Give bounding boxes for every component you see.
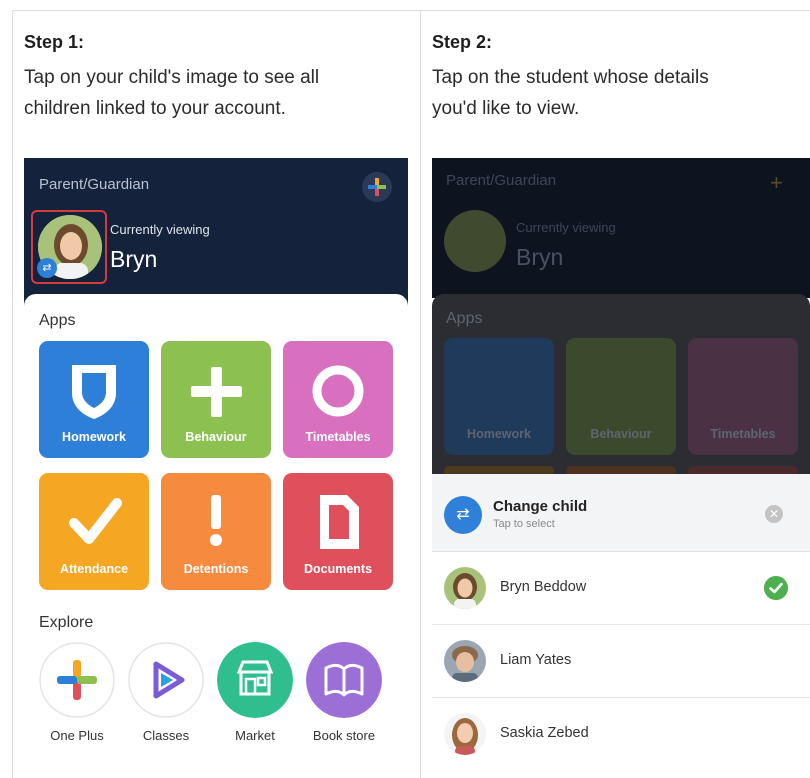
attendance-label: Attendance xyxy=(59,562,129,576)
avatar xyxy=(444,713,486,755)
child-row-saskia[interactable]: Saskia Zebed xyxy=(432,698,810,771)
homework-tile[interactable]: Homework xyxy=(39,341,149,458)
plus-icon xyxy=(39,642,115,718)
step-1-title: Step 1: xyxy=(24,32,85,52)
step-1-text-line2: children linked to your account. xyxy=(24,98,286,119)
sheet-title: Change child xyxy=(493,498,588,515)
book-store-label: Book store xyxy=(312,728,376,743)
explore-one-plus[interactable]: One Plus xyxy=(39,642,115,743)
step-1-text-line1: Tap on your child's image to see all xyxy=(24,67,320,88)
switch-icon: ⇄ xyxy=(444,496,482,534)
header-label: Parent/Guardian xyxy=(39,176,150,193)
explore-book-store[interactable]: Book store xyxy=(306,642,382,743)
attendance-tile[interactable]: Attendance xyxy=(39,473,149,590)
book-icon xyxy=(306,642,382,718)
column-divider xyxy=(420,10,421,778)
app-header: Parent/Guardian ⇄ Currently viewing Bryn xyxy=(24,158,408,308)
plus-icon xyxy=(368,178,386,196)
timetables-tile[interactable]: Timetables xyxy=(283,341,393,458)
dimmed-app-header: Parent/Guardian + Currently viewing Bryn xyxy=(432,158,810,298)
avatar xyxy=(444,640,486,682)
explore-heading: Explore xyxy=(39,614,94,631)
apps-heading: Apps xyxy=(39,312,76,329)
change-child-sheet: ⇄ Change child Tap to select ✕ Bryn Bedd… xyxy=(432,474,810,778)
app-body: Apps Homework Behaviour Timetables Atten… xyxy=(24,294,408,778)
dimmed-behaviour-label: Behaviour xyxy=(590,427,652,441)
sheet-subtitle: Tap to select xyxy=(493,518,555,530)
behaviour-tile[interactable]: Behaviour xyxy=(161,341,271,458)
classes-label: Classes xyxy=(142,728,190,743)
documents-tile[interactable]: Documents xyxy=(283,473,393,590)
child-name: Liam Yates xyxy=(500,652,572,668)
add-button[interactable] xyxy=(362,172,392,202)
step-2-title: Step 2: xyxy=(432,32,493,52)
dimmed-behaviour-tile: Behaviour xyxy=(566,338,676,455)
current-child-name: Bryn xyxy=(110,246,158,272)
step-2-text-line2: you'd like to view. xyxy=(432,98,580,119)
store-icon xyxy=(217,642,293,718)
explore-classes[interactable]: Classes xyxy=(128,642,204,743)
dimmed-header-label: Parent/Guardian xyxy=(446,172,557,189)
dimmed-avatar xyxy=(444,210,506,272)
dimmed-homework-label: Homework xyxy=(467,427,531,441)
detentions-label: Detentions xyxy=(183,562,249,576)
child-row-liam[interactable]: Liam Yates xyxy=(432,625,810,698)
timetables-label: Timetables xyxy=(305,430,371,444)
avatar xyxy=(444,567,486,609)
child-name: Saskia Zebed xyxy=(500,725,589,741)
step-1-screenshot: Parent/Guardian ⇄ Currently viewing Bryn… xyxy=(24,158,408,778)
homework-label: Homework xyxy=(62,430,126,444)
one-plus-label: One Plus xyxy=(50,728,104,743)
switch-icon: ⇄ xyxy=(37,258,57,278)
step-2-text-line1: Tap on the student whose details xyxy=(432,67,709,88)
currently-viewing-label: Currently viewing xyxy=(110,222,210,237)
child-name: Bryn Beddow xyxy=(500,579,587,595)
detentions-tile[interactable]: Detentions xyxy=(161,473,271,590)
dimmed-plus-icon: + xyxy=(770,170,783,195)
dimmed-apps-heading: Apps xyxy=(446,310,483,327)
dimmed-app-body: Apps Homework Behaviour Timetables xyxy=(432,294,810,476)
close-icon[interactable]: ✕ xyxy=(765,505,783,523)
child-row-bryn[interactable]: Bryn Beddow xyxy=(432,552,810,625)
market-label: Market xyxy=(235,728,275,743)
play-icon xyxy=(128,642,204,718)
dimmed-homework-tile: Homework xyxy=(444,338,554,455)
dimmed-timetables-label: Timetables xyxy=(710,427,776,441)
behaviour-label: Behaviour xyxy=(185,430,247,444)
checkmark-icon xyxy=(764,576,788,600)
dimmed-currently-viewing: Currently viewing xyxy=(516,220,616,235)
documents-label: Documents xyxy=(303,562,373,576)
step-2-screenshot: Parent/Guardian + Currently viewing Bryn… xyxy=(432,158,810,778)
dimmed-child-name: Bryn xyxy=(516,244,564,270)
dimmed-timetables-tile: Timetables xyxy=(688,338,798,455)
sheet-header: ⇄ Change child Tap to select ✕ xyxy=(432,474,810,552)
explore-market[interactable]: Market xyxy=(217,642,293,743)
